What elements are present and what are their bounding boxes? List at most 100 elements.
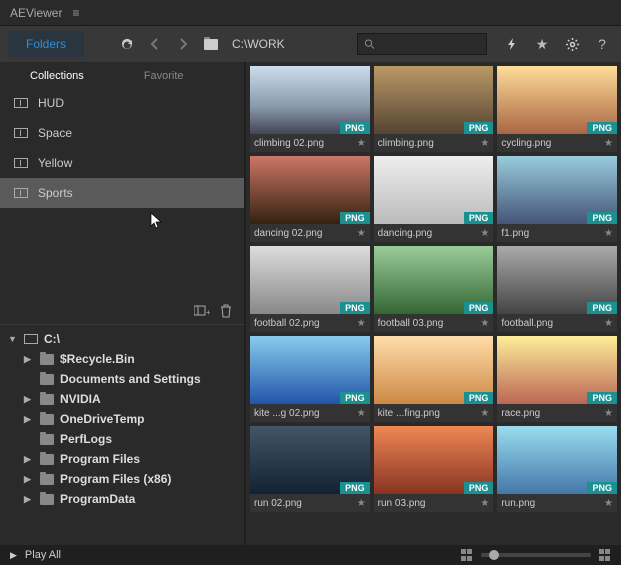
- thumbnail-name: kite ...g 02.png: [254, 408, 320, 419]
- thumbnail[interactable]: PNGclimbing 02.png★: [250, 66, 370, 152]
- sidebar-item-space[interactable]: Space: [0, 118, 244, 148]
- format-badge: PNG: [587, 482, 617, 494]
- path-input[interactable]: [228, 33, 328, 55]
- tree-item[interactable]: ▶Program Files (x86): [0, 469, 244, 489]
- thumbnail-image: PNG: [250, 246, 370, 314]
- titlebar: AEViewer ≡: [0, 0, 621, 26]
- chevron-down-icon[interactable]: ▼: [8, 334, 18, 344]
- chevron-right-icon[interactable]: ▶: [24, 414, 34, 425]
- tree-item[interactable]: ▶ Program Files: [0, 449, 244, 469]
- thumbnail[interactable]: PNG football 02.png ★: [250, 246, 370, 332]
- thumbnail[interactable]: PNGfootball.png★: [497, 246, 617, 332]
- help-icon[interactable]: ?: [591, 33, 613, 55]
- zoom-slider[interactable]: [481, 553, 591, 557]
- thumbnail[interactable]: PNGclimbing.png★: [374, 66, 494, 152]
- thumbnail[interactable]: PNGkite ...fing.png★: [374, 336, 494, 422]
- collection-icon: [14, 188, 28, 198]
- thumbnail-name: climbing.png: [378, 138, 434, 149]
- tree-root[interactable]: ▼ C:\: [0, 329, 244, 349]
- favorite-star-icon[interactable]: ★: [480, 318, 489, 329]
- thumbnail[interactable]: PNGcycling.png★: [497, 66, 617, 152]
- tree-item[interactable]: ▶ NVIDIA: [0, 389, 244, 409]
- favorite-star-icon[interactable]: ★: [480, 228, 489, 239]
- favorite-star-icon[interactable]: ★: [604, 138, 613, 149]
- favorite-star-icon[interactable]: ★: [480, 498, 489, 509]
- thumbnail-image: PNG: [250, 156, 370, 224]
- gear-icon[interactable]: [561, 33, 583, 55]
- thumbnail[interactable]: PNGf1.png★: [497, 156, 617, 242]
- thumbnail[interactable]: PNG kite ...g 02.png ★: [250, 336, 370, 422]
- favorite-star-icon[interactable]: ★: [480, 138, 489, 149]
- folders-button[interactable]: Folders: [8, 31, 84, 57]
- folder-icon[interactable]: [200, 33, 222, 55]
- sidebar-item-hud[interactable]: HUD: [0, 88, 244, 118]
- thumbnail[interactable]: PNGrace.png★: [497, 336, 617, 422]
- tree-item-label: Program Files: [60, 452, 140, 466]
- thumbnail-name: climbing 02.png: [254, 138, 324, 149]
- thumbnail[interactable]: PNG football 03.png ★: [374, 246, 494, 332]
- format-badge: PNG: [340, 392, 370, 404]
- chevron-right-icon[interactable]: ▶: [24, 354, 34, 365]
- favorite-star-icon[interactable]: ★: [604, 408, 613, 419]
- thumbnail[interactable]: PNGdancing.png★: [374, 156, 494, 242]
- thumbnail-name: run 02.png: [254, 498, 302, 509]
- sidebar-item-label: Sports: [38, 186, 73, 200]
- thumbnail[interactable]: PNG run 02.png ★: [250, 426, 370, 512]
- tree-item-label: $Recycle.Bin: [60, 352, 135, 366]
- tab-favorite[interactable]: Favorite: [144, 70, 184, 82]
- tree-item[interactable]: ▶OneDriveTemp: [0, 409, 244, 429]
- slider-handle[interactable]: [489, 550, 499, 560]
- hamburger-icon[interactable]: ≡: [72, 6, 79, 20]
- favorite-star-icon[interactable]: ★: [357, 408, 366, 419]
- thumbnail-name: football 02.png: [254, 318, 320, 329]
- lightning-icon[interactable]: [501, 33, 523, 55]
- play-all-button[interactable]: Play All: [25, 549, 61, 561]
- sidebar: Collections Favorite HUDSpaceYellow Sport…: [0, 62, 246, 545]
- tree-item[interactable]: PerfLogs: [0, 429, 244, 449]
- grid-small-icon[interactable]: [461, 549, 473, 561]
- trash-icon[interactable]: [220, 304, 232, 318]
- tab-collections[interactable]: Collections: [30, 70, 84, 82]
- favorite-star-icon[interactable]: ★: [357, 498, 366, 509]
- chevron-right-icon[interactable]: ▶: [24, 474, 34, 485]
- favorite-star-icon[interactable]: ★: [357, 138, 366, 149]
- search-input[interactable]: [375, 38, 480, 50]
- folder-icon: [40, 394, 54, 405]
- search-box[interactable]: [357, 33, 487, 55]
- favorite-star-icon[interactable]: ★: [480, 408, 489, 419]
- add-collection-icon[interactable]: +: [194, 304, 210, 318]
- tree-item[interactable]: ▶ $Recycle.Bin: [0, 349, 244, 369]
- sidebar-item-sports[interactable]: Sports: [0, 178, 244, 208]
- favorite-star-icon[interactable]: ★: [357, 228, 366, 239]
- thumbnail[interactable]: PNGrun.png★: [497, 426, 617, 512]
- thumbnail[interactable]: PNGrun 03.png★: [374, 426, 494, 512]
- thumbnail-name: kite ...fing.png: [378, 408, 440, 419]
- star-icon[interactable]: ★: [531, 33, 553, 55]
- thumbnail-name: football 03.png: [378, 318, 444, 329]
- tree-item[interactable]: Documents and Settings: [0, 369, 244, 389]
- collection-icon: [14, 98, 28, 108]
- format-badge: PNG: [587, 212, 617, 224]
- grid-large-icon[interactable]: [599, 549, 611, 561]
- refresh-icon[interactable]: [116, 33, 138, 55]
- sidebar-item-yellow[interactable]: Yellow: [0, 148, 244, 178]
- play-icon[interactable]: ▶: [10, 550, 17, 561]
- chevron-right-icon[interactable]: ▶: [24, 394, 34, 405]
- thumbnail[interactable]: PNGdancing 02.png★: [250, 156, 370, 242]
- tree-item[interactable]: ▶ProgramData: [0, 489, 244, 509]
- favorite-star-icon[interactable]: ★: [604, 498, 613, 509]
- chevron-right-icon[interactable]: ▶: [24, 454, 34, 465]
- thumbnail-image: PNG: [250, 426, 370, 494]
- folder-icon: [40, 474, 54, 485]
- favorite-star-icon[interactable]: ★: [604, 318, 613, 329]
- favorite-star-icon[interactable]: ★: [357, 318, 366, 329]
- tree-item-label: NVIDIA: [60, 392, 101, 406]
- app-title: AEViewer: [10, 6, 62, 20]
- favorite-star-icon[interactable]: ★: [604, 228, 613, 239]
- back-icon[interactable]: [144, 33, 166, 55]
- folder-tree: ▼ C:\ ▶ $Recycle.Bin Documents and Setting…: [0, 324, 244, 545]
- thumbnail-image: PNG: [374, 246, 494, 314]
- chevron-right-icon[interactable]: ▶: [24, 494, 34, 505]
- forward-icon[interactable]: [172, 33, 194, 55]
- thumbnail-caption: climbing.png ★: [374, 134, 494, 152]
